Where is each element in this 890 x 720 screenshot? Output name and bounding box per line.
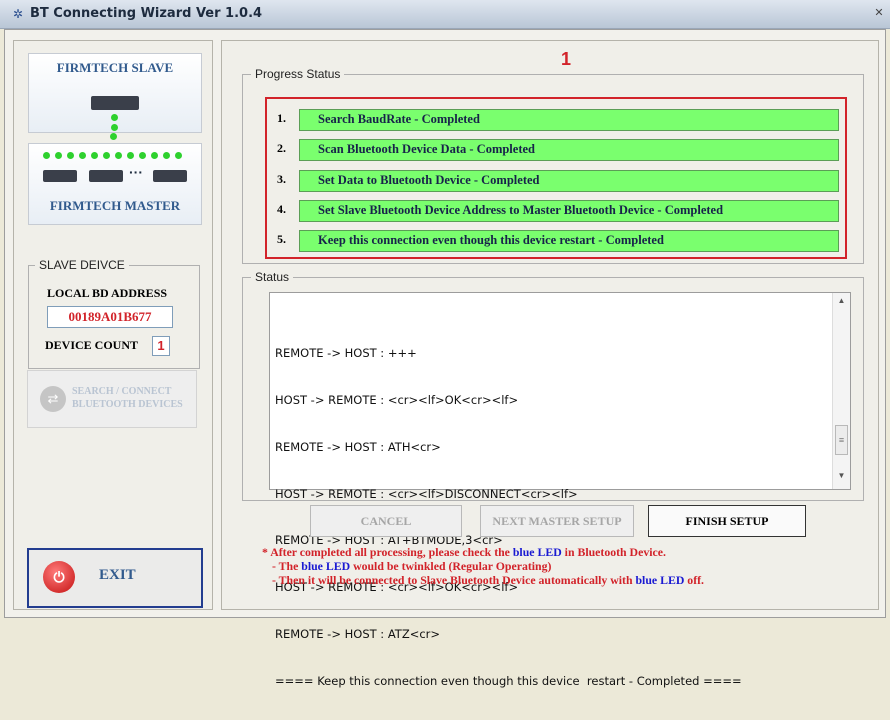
link-dot [103, 152, 110, 159]
slave-card: FIRMTECH SLAVE [28, 53, 202, 133]
progress-status-group: Progress Status 1 1. Search BaudRate - C… [242, 49, 864, 264]
note-text: off. [684, 573, 704, 587]
note-highlight: blue LED [635, 573, 685, 587]
search-connect-icon: ⇄ [40, 386, 66, 412]
slave-chip-icon [91, 96, 139, 110]
link-dot [91, 152, 98, 159]
note-text: in Bluetooth Device. [561, 545, 666, 559]
step-bar: Set Data to Bluetooth Device - Completed [299, 170, 839, 192]
master-title: FIRMTECH MASTER [49, 198, 181, 213]
left-panel: FIRMTECH SLAVE ··· FIRMTECH MASTER SLAVE… [13, 40, 213, 610]
slave-device-group: SLAVE DEIVCE LOCAL BD ADDRESS 00189A01B6… [28, 258, 200, 369]
search-connect-button[interactable]: ⇄ SEARCH / CONNECT BLUETOOTH DEVICES [27, 370, 197, 428]
link-dot [151, 152, 158, 159]
right-panel: Progress Status 1 1. Search BaudRate - C… [221, 40, 879, 688]
log-line: REMOTE -> HOST : ATZ<cr> [275, 626, 441, 641]
log-line: HOST -> REMOTE : <cr><lf>OK<cr><lf> [275, 392, 519, 407]
note-line-3: - Then it will be connected to Slave Blu… [262, 573, 872, 587]
local-bd-address-field[interactable]: 00189A01B677 [47, 306, 173, 328]
progress-step: 5. Keep this connection even though this… [277, 230, 839, 252]
step-bar: Scan Bluetooth Device Data - Completed [299, 139, 839, 161]
scroll-up-icon[interactable]: ▲ [833, 296, 850, 310]
status-log[interactable]: REMOTE -> HOST : +++ HOST -> REMOTE : <c… [269, 292, 851, 688]
progress-step: 2. Scan Bluetooth Device Data - Complete… [277, 139, 839, 161]
master-card: ··· FIRMTECH MASTER [28, 143, 202, 225]
log-line: ==== Keep this connection even though th… [275, 673, 742, 688]
note-text: - Then it will be connected to Slave Blu… [272, 573, 636, 587]
link-dot [111, 114, 118, 121]
window-title: BT Connecting Wizard Ver 1.0.4 [30, 6, 263, 21]
slave-title: FIRMTECH SLAVE [56, 60, 174, 75]
step-bar: Search BaudRate - Completed [299, 109, 839, 131]
step-text: Keep this connection even though this de… [318, 233, 664, 247]
scroll-thumb[interactable]: ≡ [835, 425, 848, 455]
close-icon[interactable]: ✕ [872, 6, 886, 20]
link-dot [127, 152, 134, 159]
link-dot [110, 133, 117, 140]
annotation-marker: 1 [561, 49, 572, 69]
progress-step: 1. Search BaudRate - Completed [277, 109, 839, 131]
finish-setup-button[interactable]: FINISH SETUP [648, 505, 806, 537]
local-bd-label: LOCAL BD ADDRESS [47, 286, 168, 300]
link-dot [115, 152, 122, 159]
status-scrollbar[interactable]: ▲ ≡ ▼ [832, 293, 850, 489]
exit-button[interactable]: ⏻ EXIT [27, 548, 203, 608]
progress-step: 4. Set Slave Bluetooth Device Address to… [277, 200, 839, 222]
progress-step: 3. Set Data to Bluetooth Device - Comple… [277, 170, 839, 192]
highlight-box: 1. Search BaudRate - Completed 2. Scan B… [265, 97, 847, 259]
search-connect-line1: SEARCH / CONNECT [72, 386, 172, 397]
status-legend: Status [251, 270, 294, 284]
scroll-down-icon[interactable]: ▼ [833, 471, 850, 485]
wizard-window: FIRMTECH SLAVE ··· FIRMTECH MASTER SLAVE… [4, 29, 886, 688]
instruction-note: * After completed all processing, please… [262, 545, 872, 587]
note-line-1: * After completed all processing, please… [262, 545, 872, 559]
note-text: would be twinkled (Regular Operating) [350, 559, 552, 573]
device-count-field[interactable]: 1 [152, 336, 170, 356]
search-connect-line2: BLUETOOTH DEVICES [72, 399, 183, 410]
step-number: 5. [277, 232, 286, 246]
slave-device-legend: SLAVE DEIVCE [35, 258, 129, 272]
note-highlight: blue LED [512, 545, 562, 559]
note-text: - The [272, 559, 302, 573]
log-line: REMOTE -> HOST : ATH<cr> [275, 439, 441, 454]
link-dot [43, 152, 50, 159]
step-number: 2. [277, 141, 286, 155]
link-dot [111, 124, 118, 131]
link-dot [79, 152, 86, 159]
link-dot [67, 152, 74, 159]
master-chip-icon [89, 170, 123, 182]
ellipsis-icon: ··· [129, 164, 143, 180]
progress-status-legend: Progress Status [251, 67, 345, 81]
topology-illustration: FIRMTECH SLAVE ··· FIRMTECH MASTER [28, 53, 202, 225]
step-number: 3. [277, 172, 286, 186]
link-dot [175, 152, 182, 159]
master-chip-icon [43, 170, 77, 182]
master-chip-icon [153, 170, 187, 182]
device-count-label: DEVICE COUNT [45, 338, 139, 352]
link-dot [163, 152, 170, 159]
log-line: HOST -> REMOTE : <cr><lf>DISCONNECT<cr><… [275, 486, 578, 501]
step-bar: Keep this connection even though this de… [299, 230, 839, 252]
note-line-2: - The blue LED would be twinkled (Regula… [262, 559, 872, 573]
step-text: Search BaudRate - Completed [318, 112, 480, 126]
note-text: * After completed all processing, please… [262, 545, 513, 559]
step-text: Set Data to Bluetooth Device - Completed [318, 173, 540, 187]
exit-label: EXIT [99, 567, 136, 583]
step-text: Set Slave Bluetooth Device Address to Ma… [318, 203, 724, 217]
step-number: 1. [277, 111, 286, 125]
cancel-button[interactable]: CANCEL [310, 505, 462, 537]
bluetooth-wizard-icon: ✲ [12, 7, 24, 21]
step-number: 4. [277, 202, 286, 216]
search-connect-label: SEARCH / CONNECT BLUETOOTH DEVICES [72, 385, 192, 411]
step-bar: Set Slave Bluetooth Device Address to Ma… [299, 200, 839, 222]
link-dot [139, 152, 146, 159]
step-text: Scan Bluetooth Device Data - Completed [318, 142, 535, 156]
power-icon: ⏻ [43, 561, 75, 593]
next-master-setup-button[interactable]: NEXT MASTER SETUP [480, 505, 634, 537]
log-line: REMOTE -> HOST : +++ [275, 346, 417, 361]
status-group: Status REMOTE -> HOST : +++ HOST -> REMO… [242, 270, 864, 688]
title-bar: ✲ BT Connecting Wizard Ver 1.0.4 ✕ [0, 0, 890, 29]
link-dot [55, 152, 62, 159]
note-highlight: blue LED [301, 559, 351, 573]
